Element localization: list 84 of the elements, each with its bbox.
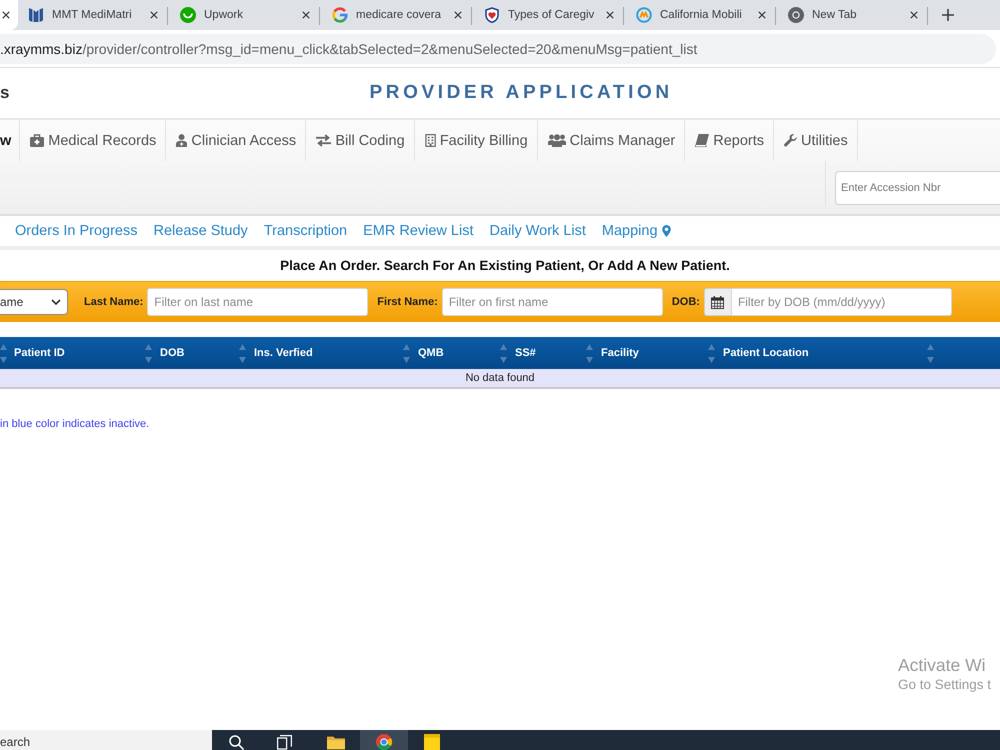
sort-icon bbox=[239, 344, 246, 362]
building-icon bbox=[424, 134, 436, 147]
submenu-link[interactable]: Orders In Progress bbox=[15, 223, 138, 239]
close-icon[interactable] bbox=[302, 11, 310, 19]
menu-item[interactable]: Clinician Access bbox=[166, 120, 306, 161]
menu-item[interactable]: Medical Records bbox=[20, 120, 166, 161]
search-by-select[interactable]: ame bbox=[0, 289, 68, 315]
filter-label: Last Name: bbox=[84, 296, 144, 308]
calendar-button[interactable] bbox=[704, 288, 731, 316]
sort-icon bbox=[927, 344, 934, 362]
plus-icon[interactable] bbox=[942, 9, 954, 21]
map-marker-icon bbox=[662, 225, 671, 237]
menu-item[interactable]: Utilities bbox=[774, 120, 858, 161]
bars-logo-icon bbox=[28, 7, 44, 23]
empty-table-message: No data found bbox=[0, 369, 1000, 389]
taskbar-search-field[interactable]: earch bbox=[0, 730, 212, 750]
heart-shield-icon bbox=[484, 7, 500, 23]
sort-icon bbox=[403, 344, 410, 362]
wrench-icon bbox=[784, 134, 798, 147]
close-icon[interactable] bbox=[2, 11, 10, 19]
menu-item[interactable]: Facility Billing bbox=[414, 120, 538, 161]
name-field[interactable]: Filter on first name bbox=[442, 288, 663, 316]
close-icon[interactable] bbox=[910, 11, 918, 19]
menu-item[interactable]: Claims Manager bbox=[538, 120, 686, 161]
doctor-icon bbox=[176, 134, 188, 147]
browser-tab[interactable]: Upwork bbox=[170, 0, 322, 30]
submenu-link[interactable]: Transcription bbox=[264, 223, 348, 239]
browser-tab[interactable]: medicare covera bbox=[322, 0, 474, 30]
task-view-icon[interactable] bbox=[276, 735, 292, 750]
column-header[interactable]: Patient Location bbox=[717, 337, 936, 369]
column-header[interactable]: Ins. Verfied bbox=[248, 337, 412, 369]
round-logo-icon[interactable] bbox=[375, 734, 393, 750]
dob-field[interactable]: Filter by DOB (mm/dd/yyyy) bbox=[730, 288, 952, 316]
address-field[interactable]: .xraymms.biz/provider/controller?msg_id=menu_click&tabSelected=2&menuSelected=20&menuMsg=patient_list bbox=[0, 34, 996, 64]
browser-tab[interactable]: New Tab bbox=[778, 0, 930, 30]
book-icon bbox=[695, 134, 710, 147]
browser-tab[interactable]: Types of Caregiv bbox=[474, 0, 626, 30]
close-icon[interactable] bbox=[454, 11, 462, 19]
search-icon[interactable] bbox=[228, 735, 244, 750]
browser-tab[interactable]: California Mobili bbox=[626, 0, 778, 30]
submenu-link[interactable]: EMR Review List bbox=[363, 223, 474, 239]
name-field[interactable]: Filter on last name bbox=[147, 288, 368, 316]
close-icon[interactable] bbox=[606, 11, 614, 19]
column-header[interactable]: DOB bbox=[154, 337, 248, 369]
sort-icon bbox=[708, 344, 715, 362]
brand-title: s bbox=[0, 83, 10, 103]
activation-title: Activate Wi bbox=[898, 654, 987, 676]
legend-note: in blue color indicates inactive. bbox=[0, 418, 150, 430]
close-icon[interactable] bbox=[758, 11, 766, 19]
folder-icon[interactable] bbox=[327, 734, 345, 750]
users-icon bbox=[548, 134, 566, 147]
multicolor-ring-icon bbox=[332, 7, 348, 23]
exchange-icon bbox=[316, 134, 332, 147]
column-header[interactable]: Facility bbox=[595, 337, 717, 369]
page-heading: Place An Order. Search For An Existing Patient, Or Add A New Patient. bbox=[279, 257, 731, 274]
round-logo-icon bbox=[788, 7, 804, 23]
column-header[interactable]: Patient ID bbox=[8, 337, 154, 369]
sort-icon bbox=[0, 344, 7, 362]
column-header[interactable]: QMB bbox=[412, 337, 509, 369]
submenu-link[interactable]: Mapping bbox=[602, 223, 671, 239]
app-title: PROVIDER APPLICATION bbox=[369, 82, 673, 104]
column-header[interactable]: SS# bbox=[509, 337, 595, 369]
browser-tab[interactable]: MMT MediMatri bbox=[18, 0, 170, 30]
filter-label: First Name: bbox=[377, 296, 438, 308]
sort-icon bbox=[500, 344, 507, 362]
filter-label: DOB: bbox=[672, 296, 700, 308]
menu-item[interactable]: w bbox=[0, 120, 20, 161]
submenu-link[interactable]: Daily Work List bbox=[489, 223, 586, 239]
menu-item[interactable]: Bill Coding bbox=[306, 120, 415, 161]
note-icon[interactable] bbox=[423, 734, 441, 750]
submenu-link[interactable]: Release Study bbox=[154, 223, 248, 239]
browser-tab[interactable] bbox=[0, 0, 18, 30]
sort-icon bbox=[586, 344, 593, 362]
sort-icon bbox=[145, 344, 152, 362]
menu-item[interactable]: Reports bbox=[685, 120, 774, 161]
chevron-icon bbox=[51, 299, 61, 305]
taskbar-app-button[interactable] bbox=[360, 730, 408, 750]
close-icon[interactable] bbox=[150, 11, 158, 19]
circle-logo-icon bbox=[180, 7, 196, 23]
accession-field[interactable]: Enter Accession Nbr bbox=[835, 171, 1000, 205]
arc-logo-icon bbox=[636, 7, 652, 23]
medkit-icon bbox=[30, 134, 44, 147]
activation-subtitle: Go to Settings t bbox=[898, 676, 992, 694]
calendar-icon bbox=[711, 296, 724, 308]
